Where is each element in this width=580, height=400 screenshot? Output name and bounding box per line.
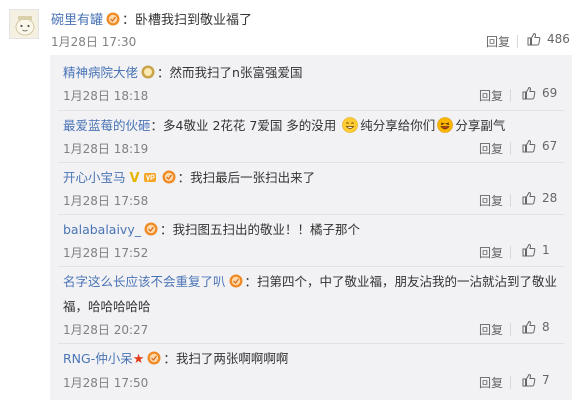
reply-button[interactable]: 回复: [479, 374, 503, 391]
reply-text-continued: 福，哈哈哈哈哈: [63, 299, 151, 314]
like-button[interactable]: 7: [522, 373, 550, 387]
reply-username[interactable]: balabalaivy_: [63, 222, 141, 237]
like-count: 1: [542, 243, 550, 257]
reply-button[interactable]: 回复: [479, 244, 503, 261]
reply-username[interactable]: 最爱蓝莓的伙砸: [63, 118, 151, 133]
reply-text-3: 分享副气: [455, 118, 506, 133]
reply-username[interactable]: 名字这么长应该不会重复了叭: [63, 274, 226, 289]
reply-button[interactable]: 回复: [479, 140, 503, 157]
like-count: 69: [542, 86, 558, 100]
comment-separator: ：: [122, 13, 136, 28]
reply-line: 最爱蓝莓的伙砸：多4敬业 2花花 7爱国 多的没用 纯分享给你们 分享副气: [63, 117, 505, 134]
reply-text: 多4敬业 2花花 7爱国 多的没用: [163, 118, 341, 133]
row-divider: [58, 110, 564, 111]
row-divider: [58, 343, 564, 344]
verified-badge-icon: [106, 12, 120, 26]
divider: [510, 323, 511, 336]
thumbs-up-icon: [522, 191, 536, 205]
divider: [510, 89, 511, 102]
comment-separator: ：: [163, 351, 176, 366]
reply-time: 1月28日 18:18: [63, 89, 149, 103]
laugh-emoji: [437, 117, 454, 133]
reply-button[interactable]: 回复: [479, 321, 503, 338]
reply-text-2: 纯分享给你们: [360, 118, 436, 133]
divider: [510, 376, 511, 389]
divider: [510, 194, 511, 207]
reply-time: 1月28日 17:50: [63, 376, 149, 390]
like-count: 28: [542, 191, 558, 205]
thumbs-up-icon: [527, 32, 541, 46]
verified-badge-icon: [147, 351, 161, 365]
like-count: 8: [542, 320, 550, 334]
reply-line: 开心小宝马 V ：我扫最后一张扫出来了: [63, 169, 315, 187]
comment-separator: ：: [244, 274, 258, 289]
user-badge-icon: [141, 65, 155, 79]
reply-username[interactable]: RNG-仲小呆: [63, 351, 133, 366]
row-divider: [58, 162, 564, 163]
star-badge-icon: ★: [132, 352, 145, 367]
thumbs-up-icon: [522, 320, 536, 334]
vip-badge-icon: [143, 170, 157, 184]
reply-text: 扫第四个，中了敬业福，朋友沾我的一沾就沾到了敬业: [257, 274, 558, 289]
reply-text: 我扫了两张啊啊啊啊: [175, 351, 289, 366]
main-comment-like-button[interactable]: 486: [527, 32, 570, 46]
divider: [510, 142, 511, 155]
main-comment-line: 碗里有罐 ：卧槽我扫到敬业福了: [51, 9, 252, 28]
comment-separator: ：: [177, 170, 191, 185]
reply-line: 精神病院大佬 ：然而我扫了n张富强爱国: [63, 64, 302, 81]
verified-v-mark: V: [129, 171, 140, 186]
main-comment-username[interactable]: 碗里有罐: [51, 13, 103, 28]
reply-button[interactable]: 回复: [479, 87, 503, 104]
thumbs-up-icon: [522, 86, 536, 100]
verified-badge-icon: [229, 274, 243, 288]
thumbs-up-icon: [522, 243, 536, 257]
like-button[interactable]: 1: [522, 243, 550, 257]
main-comment-time: 1月28日 17:30: [51, 35, 137, 49]
verified-badge-icon: [162, 170, 176, 184]
divider: [510, 246, 511, 259]
row-divider: [58, 266, 564, 267]
reply-panel: 精神病院大佬 ：然而我扫了n张富强爱国 1月28日 18:18 回复 69 最爱蓝…: [50, 55, 572, 400]
like-count: 7: [542, 373, 550, 387]
reply-line: balabalaivy_ ：我扫图五扫出的敬业！！橘子那个: [63, 221, 360, 238]
thumbs-up-icon: [522, 373, 536, 387]
reply-time: 1月28日 18:19: [63, 142, 149, 156]
like-button[interactable]: 28: [522, 191, 557, 205]
verified-badge-icon: [144, 222, 158, 236]
reply-username[interactable]: 精神病院大佬: [63, 65, 138, 80]
thumbs-up-icon: [522, 139, 536, 153]
reply-button[interactable]: 回复: [479, 192, 503, 209]
like-count: 486: [547, 32, 570, 46]
reply-username[interactable]: 开心小宝马: [63, 170, 126, 185]
comment-separator: ：: [150, 118, 164, 133]
row-divider: [58, 214, 564, 215]
reply-time: 1月28日 20:27: [63, 323, 149, 337]
reply-text: 我扫图五扫出的敬业！！橘子那个: [172, 222, 361, 237]
reply-text: 然而我扫了n张富强爱国: [169, 65, 303, 80]
reply-line: RNG-仲小呆★ ：我扫了两张啊啊啊啊: [63, 350, 288, 368]
reply-line: 名字这么长应该不会重复了叭 ：扫第四个，中了敬业福，朋友沾我的一沾就沾到了敬业: [63, 273, 557, 290]
like-button[interactable]: 67: [522, 139, 557, 153]
reply-time: 1月28日 17:58: [63, 194, 149, 208]
like-count: 67: [542, 139, 558, 153]
main-comment: 碗里有罐 ：卧槽我扫到敬业福了 1月28日 17:30 回复 486: [0, 0, 580, 55]
comment-separator: ：: [157, 65, 170, 80]
main-comment-text: 卧槽我扫到敬业福了: [135, 13, 253, 28]
main-comment-reply-button[interactable]: 回复: [486, 33, 510, 50]
reply-time: 1月28日 17:52: [63, 246, 149, 260]
comment-separator: ：: [159, 222, 173, 237]
grin-emoji: [342, 117, 359, 133]
reply-text: 我扫最后一张扫出来了: [190, 170, 316, 185]
user-avatar[interactable]: [9, 9, 39, 39]
like-button[interactable]: 69: [522, 86, 557, 100]
like-button[interactable]: 8: [522, 320, 550, 334]
divider: [517, 35, 518, 48]
